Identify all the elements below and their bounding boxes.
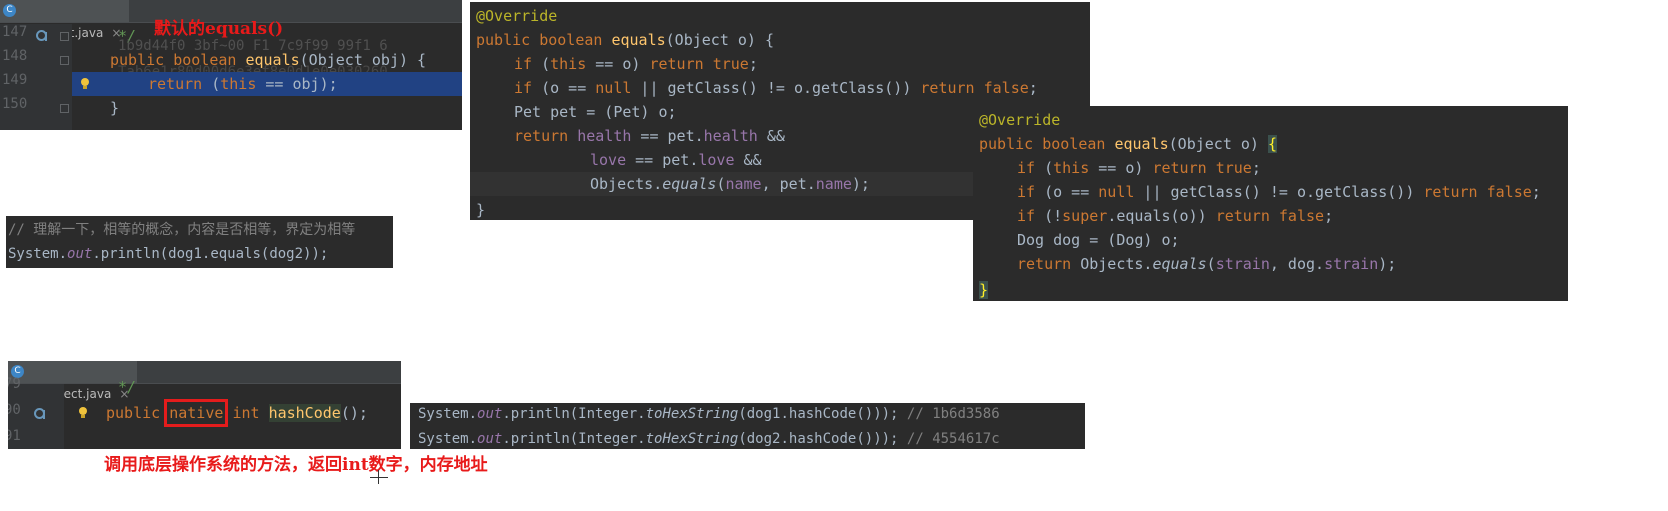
code-line: return Objects.equals(strain, dog.strain…	[1017, 255, 1397, 273]
fold-icon[interactable]	[60, 32, 69, 41]
java-class-icon: C	[3, 4, 16, 17]
code-line: if (o == null || getClass() != o.getClas…	[514, 79, 1038, 97]
code-line: System.out.println(Integer.toHexString(d…	[418, 406, 1000, 422]
code-line: }	[110, 99, 120, 117]
hashcode-usage-snippet: System.out.println(Integer.toHexString(d…	[410, 403, 1085, 449]
override-marker-icon[interactable]	[34, 408, 46, 420]
line-gutter: 147 148 149 150	[0, 24, 72, 130]
lightbulb-icon[interactable]	[78, 407, 88, 419]
code-line: @Override	[979, 111, 1061, 129]
equals-usage-snippet: // 理解一下，相等的概念，内容是否相等，界定为相等 System.out.pr…	[6, 216, 393, 268]
line-number: 149	[2, 72, 28, 88]
code-comment: // 理解一下，相等的概念，内容是否相等，界定为相等	[8, 222, 356, 238]
fold-icon[interactable]	[60, 104, 69, 113]
code-line: public boolean equals(Object o) {	[476, 31, 775, 49]
native-keyword-highlight: native	[164, 399, 229, 427]
code-line: if (!super.equals(o)) return false;	[1017, 207, 1334, 225]
fold-icon[interactable]	[60, 56, 69, 65]
code-line: System.out.println(Integer.toHexString(d…	[418, 431, 1000, 447]
note-native-hashcode: 调用底层操作系统的方法，返回int数字，内存地址	[104, 455, 488, 475]
mouse-cursor-icon	[370, 470, 388, 484]
code-line: if (o == null || getClass() != o.getClas…	[1017, 183, 1541, 201]
lightbulb-icon[interactable]	[80, 78, 90, 90]
line-number: 79	[8, 376, 21, 392]
code-line: @Override	[476, 7, 558, 25]
line-number: 150	[2, 96, 28, 112]
code-line: }	[979, 281, 989, 299]
line-number: 148	[2, 48, 28, 64]
line-number: 90	[8, 402, 21, 418]
line-number: 91	[8, 428, 21, 444]
code-line: Dog dog = (Dog) o;	[1017, 231, 1180, 249]
code-line: return (this == obj);	[148, 75, 338, 93]
code-line: public boolean equals(Object o) {	[979, 135, 1278, 153]
code-line: System.out.println(dog1.equals(dog2));	[8, 246, 329, 262]
line-gutter: 79 90 91	[8, 376, 64, 449]
line-number: 147	[2, 24, 28, 40]
object-hashcode-editor: C Object.java × 79 90 91 */ public native …	[8, 361, 401, 449]
note-default-equals: 默认的equals()	[154, 19, 284, 39]
code-line: public native int hashCode();	[106, 399, 368, 427]
code-line: if (this == o) return true;	[514, 55, 758, 73]
code-line: if (this == o) return true;	[1017, 159, 1261, 177]
code-line: */	[118, 378, 137, 396]
override-marker-icon[interactable]	[36, 30, 48, 42]
tab-object-java[interactable]: CObject.java×	[0, 0, 130, 40]
dog-equals-editor: @Override public boolean equals(Object o…	[973, 106, 1568, 301]
